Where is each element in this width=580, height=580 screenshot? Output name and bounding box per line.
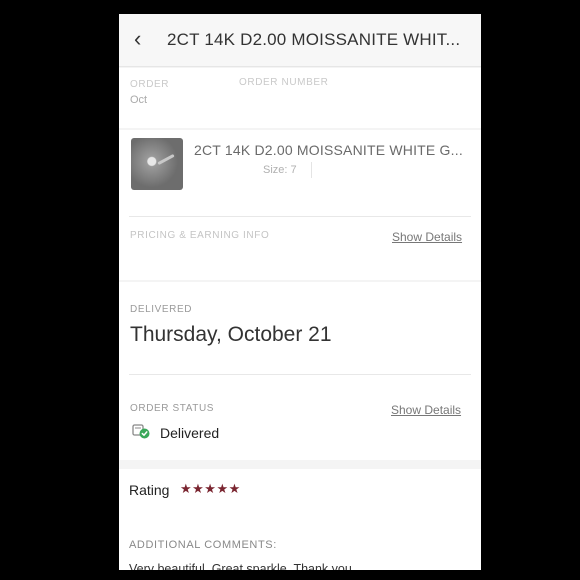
size-divider: [311, 162, 312, 178]
delivery-status-card: DELIVERED Thursday, October 21 ORDER STA…: [119, 282, 481, 460]
delivered-label: DELIVERED: [130, 304, 193, 315]
divider: [129, 216, 471, 217]
comments-label: ADDITIONAL COMMENTS:: [129, 539, 277, 551]
rating-stars: ★★★★★: [180, 482, 241, 497]
page-title: 2CT 14K D2.00 MOISSANITE WHIT...: [167, 30, 461, 49]
order-date-label: ORDER: [130, 79, 170, 90]
product-name[interactable]: 2CT 14K D2.00 MOISSANITE WHITE G...: [194, 142, 463, 158]
order-date-value: Oct: [130, 94, 148, 106]
order-status-label: ORDER STATUS: [130, 403, 215, 414]
divider: [129, 374, 471, 375]
ring-thumbnail[interactable]: [131, 138, 183, 190]
comments-text: Very beautiful. Great sparkle. Thank you…: [129, 562, 356, 570]
order-number-label: ORDER NUMBER: [239, 77, 329, 88]
rating-label: Rating: [129, 482, 170, 498]
pricing-label: PRICING & EARNING INFO: [130, 230, 270, 241]
product-card: 2CT 14K D2.00 MOISSANITE WHITE G... Size…: [119, 130, 481, 280]
order-detail-screen: ‹ 2CT 14K D2.00 MOISSANITE WHIT... ORDER…: [119, 14, 481, 570]
delivered-date: Thursday, October 21: [130, 323, 332, 346]
order-status-show-details-link[interactable]: Show Details: [391, 403, 461, 417]
chevron-left-icon[interactable]: ‹: [134, 27, 141, 51]
header-bar: ‹ 2CT 14K D2.00 MOISSANITE WHIT...: [119, 14, 481, 67]
delivered-check-icon: [132, 424, 150, 439]
rating-card: Rating ★★★★★ ADDITIONAL COMMENTS: Very b…: [119, 469, 481, 570]
pricing-show-details-link[interactable]: Show Details: [392, 230, 462, 244]
product-size: Size: 7: [263, 164, 297, 176]
order-status-value: Delivered: [160, 425, 220, 441]
order-info-card: ORDER Oct ORDER NUMBER: [119, 68, 481, 128]
